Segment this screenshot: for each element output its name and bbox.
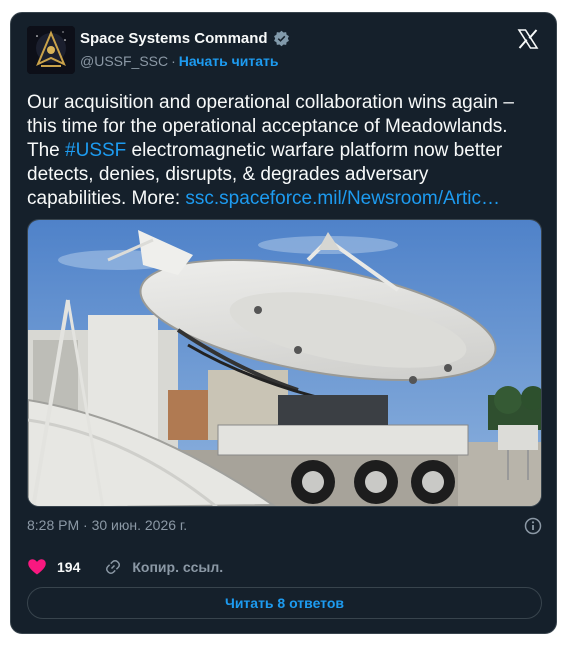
info-icon[interactable]: [524, 517, 542, 535]
link-icon[interactable]: [104, 558, 122, 576]
tweet-card: Space Systems Command @USSF_SSC · Начать…: [10, 12, 557, 634]
heart-icon[interactable]: [27, 557, 47, 577]
timestamp-row: 8:28 PM · 30 июн. 2026 г.: [27, 517, 542, 537]
read-replies-label: Читать 8 ответов: [224, 595, 345, 611]
copy-link-button[interactable]: Копир. ссыл.: [132, 559, 223, 575]
follow-button[interactable]: Начать читать: [179, 53, 279, 69]
tweet-text: Our acquisition and operational collabor…: [27, 91, 542, 211]
tweet-image[interactable]: [27, 219, 542, 507]
handle-row: @USSF_SSC · Начать читать: [80, 53, 278, 69]
verified-badge-icon: [273, 30, 290, 47]
author-name-row[interactable]: Space Systems Command: [80, 30, 290, 47]
tweet-timestamp[interactable]: 8:28 PM · 30 июн. 2026 г.: [27, 517, 187, 533]
hashtag-link[interactable]: #USSF: [65, 140, 126, 161]
like-count[interactable]: 194: [57, 559, 80, 575]
article-link[interactable]: ssc.spaceforce.mil/Newsroom/Artic…: [185, 188, 500, 209]
read-replies-button[interactable]: Читать 8 ответов: [27, 587, 542, 619]
separator-dot: ·: [171, 53, 176, 69]
author-display-name[interactable]: Space Systems Command: [80, 30, 268, 47]
avatar[interactable]: [27, 26, 75, 74]
author-handle[interactable]: @USSF_SSC: [80, 53, 168, 69]
x-logo-icon[interactable]: [516, 27, 540, 51]
actions-row: 194 Копир. ссыл.: [27, 556, 223, 578]
